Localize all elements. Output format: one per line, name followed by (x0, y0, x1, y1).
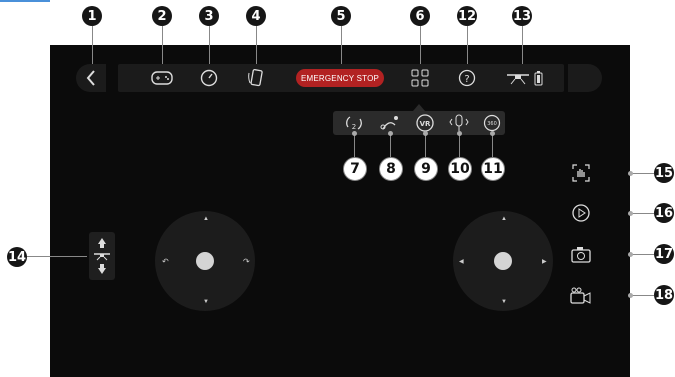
arrow-down-icon: ▼ (501, 299, 507, 305)
chevron-left-icon (86, 70, 95, 86)
gesture-photo-icon (572, 164, 590, 182)
playback-icon (572, 204, 590, 222)
arrow-left-icon: ◀ (459, 259, 464, 265)
callout-12: 12 (457, 6, 477, 26)
arrow-down-icon: ▼ (203, 299, 209, 305)
callout-9: 9 (414, 157, 438, 181)
camera-icon (571, 247, 591, 263)
svg-text:360: 360 (487, 121, 497, 127)
callout-17: 17 (654, 244, 674, 264)
grid-icon[interactable] (411, 69, 429, 92)
arrow-up-icon: ▲ (501, 216, 507, 222)
arrow-right-icon: ▶ (542, 259, 547, 265)
svg-text:2: 2 (352, 123, 356, 131)
video-icon (570, 287, 591, 304)
callout-2: 2 (152, 6, 172, 26)
callout-16: 16 (654, 203, 674, 223)
callout-14: 14 (7, 247, 27, 267)
drone-battery-icon (505, 70, 547, 91)
video-button[interactable] (570, 285, 592, 307)
rotate-right-icon: ↷ (243, 257, 250, 266)
callout-1: 1 (82, 6, 102, 26)
callout-15: 15 (654, 163, 674, 183)
gauge-icon[interactable] (200, 69, 218, 92)
phone-tilt-icon[interactable] (247, 68, 265, 93)
callout-13: 13 (512, 6, 532, 26)
callout-18: 18 (654, 285, 674, 305)
toolbar-right-cap (568, 64, 602, 92)
svg-text:VR: VR (420, 120, 431, 128)
back-button[interactable] (76, 64, 106, 92)
gamepad-icon[interactable] (151, 69, 173, 92)
top-accent-line (0, 0, 50, 2)
left-joystick-knob[interactable] (196, 252, 214, 270)
playback-button[interactable] (570, 202, 592, 224)
emergency-stop-button[interactable]: EMERGENCY STOP (296, 69, 384, 87)
camera-button[interactable] (570, 244, 592, 266)
svg-text:?: ? (464, 74, 469, 85)
rotate-left-icon: ↶ (162, 257, 169, 266)
callout-7: 7 (343, 157, 367, 181)
help-icon[interactable]: ? (458, 69, 476, 92)
callout-6: 6 (410, 6, 430, 26)
callout-10: 10 (448, 157, 472, 181)
submenu-pointer (413, 104, 425, 111)
app-screen (50, 45, 630, 377)
callout-3: 3 (199, 6, 219, 26)
callout-4: 4 (246, 6, 266, 26)
arrow-up-icon: ▲ (203, 216, 209, 222)
right-joystick-knob[interactable] (494, 252, 512, 270)
callout-5: 5 (331, 6, 351, 26)
altitude-control[interactable] (89, 232, 115, 280)
gesture-photo-button[interactable] (570, 162, 592, 184)
callout-8: 8 (379, 157, 403, 181)
callout-11: 11 (481, 157, 505, 181)
